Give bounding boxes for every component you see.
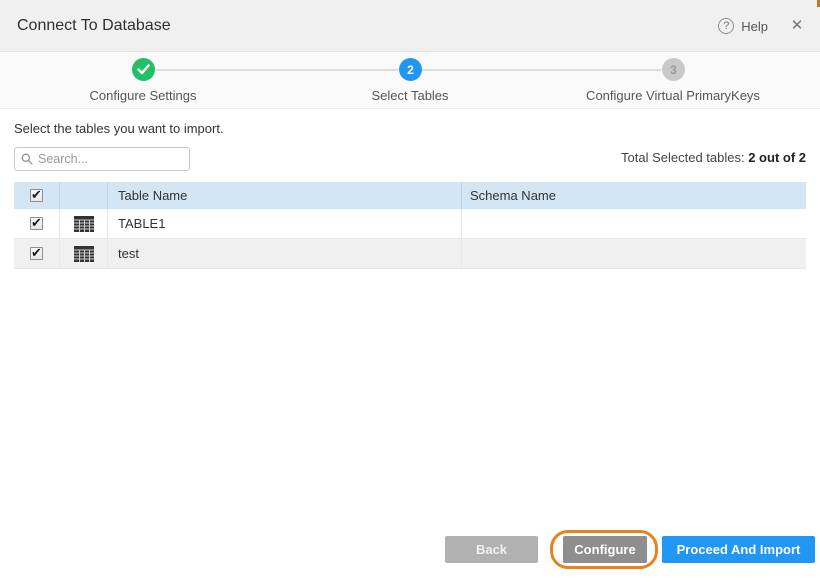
selected-tables-summary: Total Selected tables: 2 out of 2 [621,150,806,165]
close-icon[interactable]: ✕ [788,17,806,35]
row-checkbox[interactable] [30,247,43,260]
stepper-connector-1 [156,69,398,71]
summary-value: 2 out of 2 [748,150,806,165]
table-name-cell: TABLE1 [108,209,462,238]
question-mark-icon: ? [718,18,734,34]
step2-label: Select Tables [371,88,448,103]
table-name-cell: test [108,239,462,268]
tables-grid: Table Name Schema Name TABLE1 test [14,182,806,269]
table-row[interactable]: test [14,239,806,269]
configure-button[interactable]: Configure [563,536,647,563]
table-grid-icon [74,246,94,262]
titlebar: Connect To Database ? Help ✕ [0,0,820,52]
summary-label: Total Selected tables: [621,150,745,165]
row-checkbox-cell [14,209,60,238]
help-label: Help [741,19,768,34]
select-all-checkbox[interactable] [30,189,43,202]
step1-completed-check-icon [132,58,155,81]
column-header-table-name: Table Name [108,182,462,209]
header-icon-cell [60,182,108,209]
help-button[interactable]: ? Help [718,0,768,52]
header-checkbox-cell [14,182,60,209]
row-checkbox[interactable] [30,217,43,230]
search-icon [21,153,33,165]
proceed-and-import-button[interactable]: Proceed And Import [662,536,815,563]
table-header-row: Table Name Schema Name [14,182,806,209]
stepper-connector-2 [422,69,661,71]
back-button[interactable]: Back [445,536,538,563]
step3-number-badge: 3 [662,58,685,81]
search-input[interactable] [38,152,183,166]
search-box [14,147,190,171]
step3-label: Configure Virtual PrimaryKeys [586,88,760,103]
table-row[interactable]: TABLE1 [14,209,806,239]
step1-label: Configure Settings [90,88,197,103]
step2-number-badge: 2 [399,58,422,81]
schema-name-cell [462,209,806,238]
row-icon-cell [60,239,108,268]
row-checkbox-cell [14,239,60,268]
schema-name-cell [462,239,806,268]
stepper: Configure Settings 2 Select Tables 3 Con… [0,52,820,109]
table-grid-icon [74,216,94,232]
instruction-text: Select the tables you want to import. [14,121,224,136]
connect-to-database-dialog: Connect To Database ? Help ✕ Configure S… [0,0,820,584]
row-icon-cell [60,209,108,238]
dialog-title: Connect To Database [17,0,171,52]
column-header-schema-name: Schema Name [462,182,806,209]
